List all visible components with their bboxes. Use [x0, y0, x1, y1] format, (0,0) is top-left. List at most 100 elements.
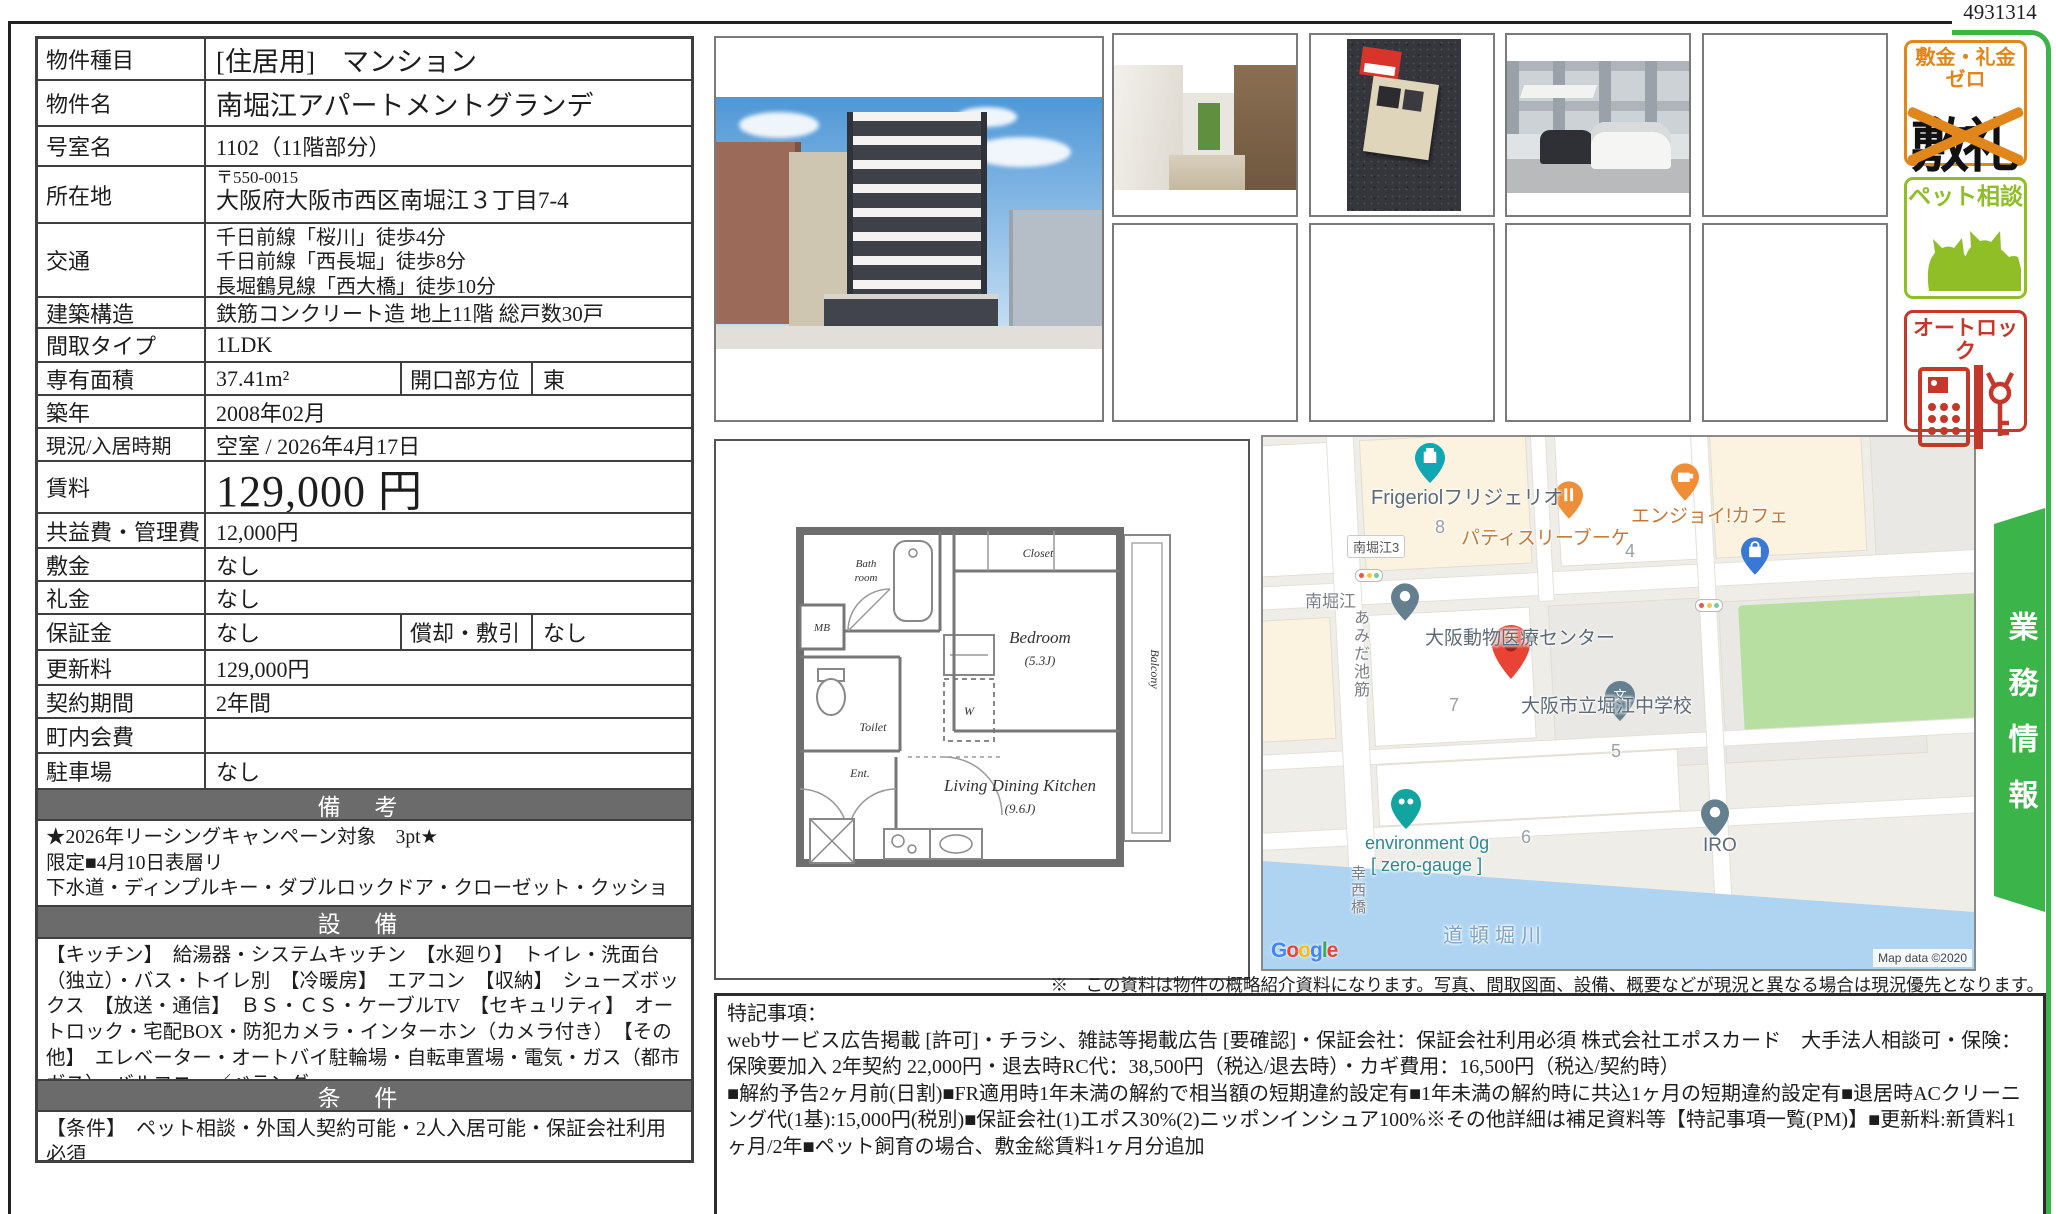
row-value: [住居用] マンション — [206, 39, 691, 79]
white-van — [1591, 122, 1671, 170]
table-row: 保証金 なし 償却・敷引 なし — [38, 613, 691, 649]
row-label: 賃料 — [38, 462, 206, 512]
row-label: 建築構造 — [38, 298, 206, 327]
row-value: 12,000円 — [206, 514, 691, 547]
row-label: 契約期間 — [38, 686, 206, 717]
table-row: 町内会費 — [38, 717, 691, 752]
photo-box-intercom — [1309, 33, 1495, 217]
row-value: 1LDK — [206, 329, 691, 361]
floorplan-box: Balcony Bath room MB Toilet — [714, 439, 1250, 980]
page-border-top — [8, 21, 1952, 24]
table-row: 共益費・管理費 12,000円 — [38, 512, 691, 547]
row-value: 鉄筋コンクリート造 地上11階 総戸数30戸 — [206, 298, 691, 327]
svg-text:(5.3J): (5.3J) — [1025, 653, 1056, 668]
google-logo: Google — [1271, 939, 1337, 963]
row-value: 1102（11階部分） — [206, 127, 691, 165]
row-label: 所在地 — [38, 167, 206, 222]
neighbor-building-left — [716, 142, 801, 323]
subject-building — [847, 112, 986, 314]
notes-title: 特記事項： — [727, 1001, 2033, 1028]
property-sheet: 4931314 物件種目 [住居用] マンション 物件名 南堀江アパートメントグ… — [0, 0, 2056, 1214]
access-line: 千日前線「西長堀」徒歩8分 — [216, 250, 681, 274]
badge-title: オートロック — [1907, 313, 2024, 363]
table-row: 現況/入居時期 空室 / 2026年4月17日 — [38, 427, 691, 460]
pavement — [716, 326, 1102, 349]
table-row: 号室名 1102（11階部分） — [38, 125, 691, 165]
street-photo — [1507, 61, 1689, 193]
business-info-label: 業務情報 — [1998, 585, 2042, 835]
environment-pin — [1391, 789, 1421, 834]
row-value: 〒550-0015 大阪府大阪市西区南堀江３丁目7-4 — [206, 167, 691, 222]
row-value: 37.41m² — [206, 363, 402, 394]
table-row: 物件名 南堀江アパートメントグランデ — [38, 79, 691, 125]
badge-title: 敷金・礼金ゼロ — [1907, 43, 2024, 91]
map-label-iro: IRO — [1703, 835, 1737, 857]
corridor-green-wall — [1198, 103, 1220, 151]
conditions-body: 【条件】 ペット相談・外国人契約可能・2人入居可能・保証会社利用必須 — [38, 1110, 691, 1160]
reference-number: 4931314 — [1952, 0, 2048, 25]
table-row: 礼金 なし — [38, 580, 691, 613]
row-value: なし — [206, 615, 402, 649]
table-row: 駐車場 なし — [38, 752, 691, 788]
svg-text:room: room — [855, 572, 878, 584]
row-value: 南堀江アパートメントグランデ — [206, 81, 691, 125]
map-label-cafe: エンジョイ!カフェ — [1631, 501, 1788, 528]
main-photo-box — [714, 36, 1104, 422]
row-label2: 開口部方位 — [402, 363, 533, 394]
table-row: 物件種目 [住居用] マンション — [38, 39, 691, 79]
svg-text:W: W — [964, 704, 975, 718]
row-value: なし — [206, 582, 691, 613]
map-label-5: 5 — [1611, 741, 1621, 762]
remarks-body: ★2026年リーシングキャンペーン対象 3pt★ 限定■4月10日表層リ 下水道… — [38, 819, 691, 905]
access-line: 千日前線「桜川」徒歩4分 — [216, 226, 681, 250]
equipment-body: 【キッチン】 給湯器・システムキッチン 【水廻り】 トイレ・洗面台（独立）・バス… — [38, 937, 691, 1079]
row-label: 町内会費 — [38, 719, 206, 752]
row-label: 保証金 — [38, 615, 206, 649]
building-exterior-photo — [716, 97, 1102, 349]
badge-autolock: オートロック — [1904, 310, 2027, 432]
row-label: 間取タイプ — [38, 329, 206, 361]
map-label-4: 4 — [1625, 541, 1635, 562]
deposit-crossed-icon: 敷 礼 — [1907, 93, 2024, 175]
postal-code: 〒550-0015 — [216, 169, 681, 188]
row-value: なし — [206, 754, 691, 788]
vet-pin — [1391, 583, 1419, 626]
corridor-photo — [1114, 65, 1296, 190]
row-value: 129,000円 — [206, 651, 691, 684]
map-label-kosaibashi: 幸西橋 — [1347, 865, 1368, 916]
floorplan-drawing: Balcony Bath room MB Toilet — [788, 519, 1180, 879]
access-line: 長堀鶴見線「西大橋」徒歩10分 — [216, 275, 681, 296]
corridor-floor — [1169, 155, 1245, 190]
photo-box-corridor — [1112, 33, 1298, 217]
row-value: なし — [206, 549, 691, 580]
business-info-tab: 業務情報 — [1994, 508, 2045, 912]
dark-van — [1540, 130, 1595, 164]
secom-sticker — [1359, 47, 1401, 80]
intercom-panel — [1363, 76, 1439, 160]
row-value: 空室 / 2026年4月17日 — [206, 429, 691, 460]
row-value: 2年間 — [206, 686, 691, 717]
row-value2: なし — [533, 615, 691, 649]
photo-box-empty-1 — [1702, 33, 1888, 217]
remarks-line: 限定■4月10日表層リ — [46, 851, 683, 877]
map-label-river: 道頓堀川 — [1443, 919, 1547, 948]
row-label: 物件名 — [38, 81, 206, 125]
map-label-frigeriol: Frigeriolフリジェリオ — [1371, 481, 1563, 510]
svg-text:Living Dining Kitchen: Living Dining Kitchen — [943, 776, 1096, 795]
map-label-6: 6 — [1521, 827, 1531, 848]
svg-text:MB: MB — [813, 622, 830, 634]
table-row: 敷金 なし — [38, 547, 691, 580]
row-label: 共益費・管理費 — [38, 514, 206, 547]
row-label: 物件種目 — [38, 39, 206, 79]
table-row: 築年 2008年02月 — [38, 394, 691, 427]
svg-text:(9.6J): (9.6J) — [1005, 801, 1036, 816]
table-row: 所在地 〒550-0015 大阪府大阪市西区南堀江３丁目7-4 — [38, 165, 691, 222]
table-row: 間取タイプ 1LDK — [38, 327, 691, 361]
map-attribution: Map data ©2020 — [1873, 949, 1972, 967]
row-value2: 東 — [533, 363, 691, 394]
map-label-amidaike: あみだ池筋 — [1347, 609, 1371, 699]
map-label-environment2: [ zero-gauge ] — [1371, 855, 1482, 876]
row-label: 敷金 — [38, 549, 206, 580]
photo-box-empty-3 — [1309, 223, 1495, 422]
table-row: 専有面積 37.41m² 開口部方位 東 — [38, 361, 691, 394]
